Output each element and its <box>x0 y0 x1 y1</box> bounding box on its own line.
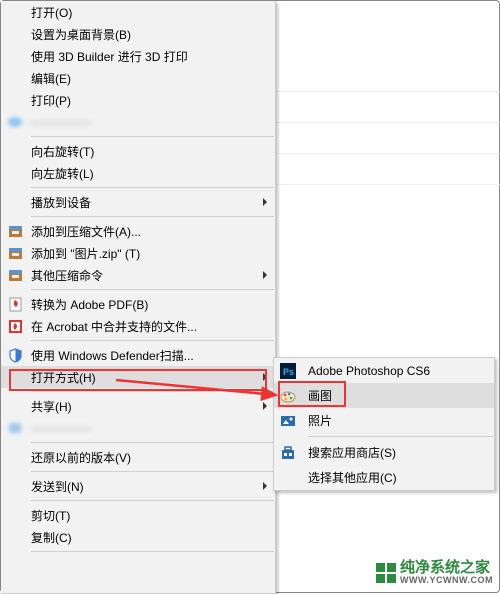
submenu-arrow-icon <box>263 482 267 490</box>
defender-shield-icon <box>6 346 24 364</box>
acrobat-icon <box>6 317 24 335</box>
menu-label: 使用 3D Builder 进行 3D 打印 <box>31 48 188 65</box>
submenu-photoshop[interactable]: Ps Adobe Photoshop CS6 <box>274 358 494 383</box>
menu-other-zip[interactable]: 其他压缩命令 <box>1 264 275 286</box>
watermark-url: WWW.YCWNW.COM <box>400 576 493 586</box>
menu-cut[interactable]: 剪切(T) <box>1 504 275 526</box>
watermark-title: 纯净系统之家 <box>400 560 493 577</box>
menu-label: 编辑(E) <box>31 70 71 87</box>
submenu-paint[interactable]: 画图 <box>274 383 494 408</box>
menu-label: 剪切(T) <box>31 507 70 524</box>
svg-text:Ps: Ps <box>283 367 294 377</box>
store-icon <box>279 444 297 462</box>
rar-icon <box>6 266 24 284</box>
submenu-arrow-icon <box>263 198 267 206</box>
menu-separator <box>31 340 274 341</box>
menu-label: 向左旋转(L) <box>31 165 94 182</box>
submenu-label: 选择其他应用(C) <box>308 469 397 486</box>
submenu-label: 照片 <box>308 412 332 429</box>
menu-separator <box>31 187 274 188</box>
submenu-search-store[interactable]: 搜索应用商店(S) <box>274 440 494 465</box>
context-menu-main: 打开(O) 设置为桌面背景(B) 使用 3D Builder 进行 3D 打印 … <box>1 1 276 594</box>
menu-label: 发送到(N) <box>31 478 84 495</box>
submenu-arrow-icon <box>263 402 267 410</box>
menu-label: 其他压缩命令 <box>31 267 103 284</box>
submenu-choose-other[interactable]: 选择其他应用(C) <box>274 465 494 490</box>
menu-label: 共享(H) <box>31 398 72 415</box>
menu-blurred[interactable]: ————— <box>1 111 275 133</box>
menu-label: 复制(C) <box>31 529 72 546</box>
photoshop-icon: Ps <box>279 362 297 380</box>
menu-label: 打开(O) <box>31 4 72 21</box>
menu-separator <box>31 442 274 443</box>
menu-label: 向右旋转(T) <box>31 143 94 160</box>
context-menu-open-with: Ps Adobe Photoshop CS6 画图 照片 搜索应用商店(S) 选… <box>273 357 495 491</box>
menu-print[interactable]: 打印(P) <box>1 89 275 111</box>
menu-separator <box>308 436 493 437</box>
menu-add-to-archive[interactable]: 添加到压缩文件(A)... <box>1 220 275 242</box>
menu-separator <box>31 551 274 552</box>
paint-icon <box>279 387 297 405</box>
submenu-label: 画图 <box>308 387 332 404</box>
submenu-label: 搜索应用商店(S) <box>308 444 396 461</box>
menu-separator <box>31 289 274 290</box>
blur-icon <box>6 419 24 437</box>
photos-icon <box>279 412 297 430</box>
watermark: 纯净系统之家 WWW.YCWNW.COM <box>376 560 493 586</box>
menu-label: 还原以前的版本(V) <box>31 449 131 466</box>
menu-separator <box>31 391 274 392</box>
menu-label: 打开方式(H) <box>31 369 96 386</box>
menu-to-pdf[interactable]: 转换为 Adobe PDF(B) <box>1 293 275 315</box>
menu-rotate-right[interactable]: 向右旋转(T) <box>1 140 275 162</box>
rar-icon <box>6 244 24 262</box>
menu-label: 设置为桌面背景(B) <box>31 26 131 43</box>
menu-edit[interactable]: 编辑(E) <box>1 67 275 89</box>
menu-label: ————— <box>31 115 91 129</box>
menu-add-to-zip[interactable]: 添加到 "图片.zip" (T) <box>1 242 275 264</box>
menu-acrobat-merge[interactable]: 在 Acrobat 中合并支持的文件... <box>1 315 275 337</box>
menu-separator <box>31 136 274 137</box>
menu-share[interactable]: 共享(H) <box>1 395 275 417</box>
menu-send-to[interactable]: 发送到(N) <box>1 475 275 497</box>
submenu-label: Adobe Photoshop CS6 <box>308 364 430 378</box>
menu-defender[interactable]: 使用 Windows Defender扫描... <box>1 344 275 366</box>
pdf-icon <box>6 295 24 313</box>
menu-label: 使用 Windows Defender扫描... <box>31 347 194 364</box>
submenu-photos[interactable]: 照片 <box>274 408 494 433</box>
submenu-arrow-icon <box>263 373 267 381</box>
menu-copy[interactable]: 复制(C) <box>1 526 275 548</box>
menu-label: 添加到 "图片.zip" (T) <box>31 245 140 262</box>
menu-blurred[interactable]: ————— <box>1 417 275 439</box>
menu-label: 转换为 Adobe PDF(B) <box>31 296 148 313</box>
menu-open-with[interactable]: 打开方式(H) <box>1 366 275 388</box>
menu-label: 添加到压缩文件(A)... <box>31 223 141 240</box>
menu-label: ————— <box>31 421 91 435</box>
menu-3d-print[interactable]: 使用 3D Builder 进行 3D 打印 <box>1 45 275 67</box>
menu-label: 在 Acrobat 中合并支持的文件... <box>31 318 197 335</box>
menu-cast-to-device[interactable]: 播放到设备 <box>1 191 275 213</box>
menu-label: 打印(P) <box>31 92 71 109</box>
watermark-logo-icon <box>376 563 396 583</box>
menu-separator <box>31 216 274 217</box>
menu-set-wallpaper[interactable]: 设置为桌面背景(B) <box>1 23 275 45</box>
menu-restore-version[interactable]: 还原以前的版本(V) <box>1 446 275 468</box>
menu-separator <box>31 500 274 501</box>
menu-separator <box>31 471 274 472</box>
blur-icon <box>6 113 24 131</box>
rar-icon <box>6 222 24 240</box>
submenu-arrow-icon <box>263 271 267 279</box>
menu-rotate-left[interactable]: 向左旋转(L) <box>1 162 275 184</box>
menu-label: 播放到设备 <box>31 194 91 211</box>
menu-open[interactable]: 打开(O) <box>1 1 275 23</box>
